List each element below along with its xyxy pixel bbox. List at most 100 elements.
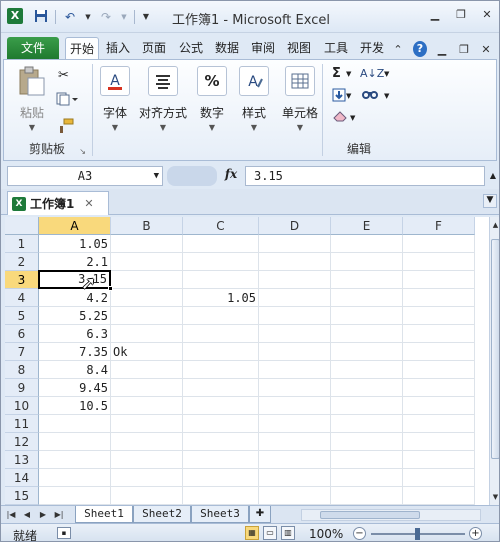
cell-b15[interactable]: [111, 487, 183, 505]
cell-d10[interactable]: [259, 397, 331, 415]
font-button[interactable]: A 字体 ▼: [98, 66, 132, 132]
tab-page-layout[interactable]: 页面: [137, 37, 171, 59]
next-sheet-icon[interactable]: ▶: [37, 508, 49, 522]
cell-f11[interactable]: [403, 415, 475, 433]
cell-b3[interactable]: [111, 271, 183, 289]
worksheet-grid[interactable]: A B C D E F 1 1.05 2 2.1 3 ➚ 3.15 4 4.2 1.05 5 5.25 6 6.3 7 7…: [5, 217, 489, 505]
find-select-dropdown-icon[interactable]: ▼: [384, 88, 389, 104]
fill-dropdown-icon[interactable]: ▼: [346, 88, 351, 104]
cell-e15[interactable]: [331, 487, 403, 505]
cell-e5[interactable]: [331, 307, 403, 325]
alignment-button[interactable]: 对齐方式 ▼: [136, 66, 190, 132]
tab-formulas[interactable]: 公式: [174, 37, 208, 59]
cell-f5[interactable]: [403, 307, 475, 325]
prev-sheet-icon[interactable]: ◀: [21, 508, 33, 522]
tab-file[interactable]: 文件: [7, 37, 59, 59]
clipboard-launcher-icon[interactable]: ↘: [79, 147, 86, 156]
row-header-5[interactable]: 5: [5, 307, 39, 325]
save-icon[interactable]: [33, 9, 49, 25]
cell-f15[interactable]: [403, 487, 475, 505]
cut-icon[interactable]: ✂: [58, 68, 69, 84]
workbook-list-dropdown-icon[interactable]: ▼: [483, 194, 497, 208]
cell-e6[interactable]: [331, 325, 403, 343]
cell-d4[interactable]: [259, 289, 331, 307]
paste-button[interactable]: 粘贴 ▼: [12, 66, 52, 132]
cell-c3[interactable]: [183, 271, 259, 289]
column-header-e[interactable]: E: [331, 217, 403, 235]
cell-e14[interactable]: [331, 469, 403, 487]
cell-a8[interactable]: 8.4: [39, 361, 111, 379]
number-button[interactable]: % 数字 ▼: [194, 66, 230, 132]
sheet-tab-sheet2[interactable]: Sheet2: [133, 506, 191, 523]
tab-developer[interactable]: 开发: [355, 37, 389, 59]
cell-e7[interactable]: [331, 343, 403, 361]
cell-b5[interactable]: [111, 307, 183, 325]
cell-a9[interactable]: 9.45: [39, 379, 111, 397]
cell-b13[interactable]: [111, 451, 183, 469]
cell-c2[interactable]: [183, 253, 259, 271]
normal-view-icon[interactable]: ▦: [245, 526, 259, 540]
sheet-tab-sheet3[interactable]: Sheet3: [191, 506, 249, 523]
redo-icon[interactable]: ↷: [98, 9, 114, 25]
cell-e12[interactable]: [331, 433, 403, 451]
horizontal-scrollbar[interactable]: [301, 509, 481, 521]
clear-dropdown-icon[interactable]: ▼: [350, 110, 355, 126]
cell-d2[interactable]: [259, 253, 331, 271]
row-header-7[interactable]: 7: [5, 343, 39, 361]
cell-e13[interactable]: [331, 451, 403, 469]
cell-c15[interactable]: [183, 487, 259, 505]
scroll-down-arrow-icon[interactable]: ▼: [490, 491, 499, 503]
cell-c4[interactable]: 1.05: [183, 289, 259, 307]
cell-b1[interactable]: [111, 235, 183, 253]
cell-e11[interactable]: [331, 415, 403, 433]
cell-b11[interactable]: [111, 415, 183, 433]
macro-record-icon[interactable]: ▪: [57, 527, 71, 539]
cell-a11[interactable]: [39, 415, 111, 433]
cell-c10[interactable]: [183, 397, 259, 415]
row-header-12[interactable]: 12: [5, 433, 39, 451]
row-header-11[interactable]: 11: [5, 415, 39, 433]
cell-a2[interactable]: 2.1: [39, 253, 111, 271]
cell-f14[interactable]: [403, 469, 475, 487]
insert-function-icon[interactable]: fx: [221, 167, 241, 181]
cell-c5[interactable]: [183, 307, 259, 325]
cell-e1[interactable]: [331, 235, 403, 253]
cell-f9[interactable]: [403, 379, 475, 397]
zoom-slider-thumb[interactable]: [415, 528, 420, 540]
zoom-in-icon[interactable]: +: [469, 527, 482, 540]
sheet-tab-sheet1[interactable]: Sheet1: [75, 506, 133, 523]
cell-d15[interactable]: [259, 487, 331, 505]
paste-dropdown-icon[interactable]: ▼: [29, 123, 35, 132]
cell-e10[interactable]: [331, 397, 403, 415]
scroll-up-arrow-icon[interactable]: ▲: [490, 219, 499, 231]
minimize-ribbon-icon[interactable]: ⌃: [391, 43, 405, 56]
row-header-3[interactable]: 3: [5, 271, 39, 289]
cell-f7[interactable]: [403, 343, 475, 361]
name-box-dropdown-icon[interactable]: ▼: [154, 167, 159, 185]
cell-d13[interactable]: [259, 451, 331, 469]
find-select-icon[interactable]: [362, 88, 378, 107]
tab-review[interactable]: 审阅: [246, 37, 280, 59]
zoom-level[interactable]: 100%: [309, 527, 343, 541]
vertical-scroll-thumb[interactable]: [491, 239, 499, 459]
cell-a4[interactable]: 4.2: [39, 289, 111, 307]
cell-a6[interactable]: 6.3: [39, 325, 111, 343]
minimize-icon[interactable]: ▁: [427, 8, 443, 22]
row-header-15[interactable]: 15: [5, 487, 39, 505]
row-header-1[interactable]: 1: [5, 235, 39, 253]
cell-b12[interactable]: [111, 433, 183, 451]
cell-b14[interactable]: [111, 469, 183, 487]
cell-d14[interactable]: [259, 469, 331, 487]
help-icon[interactable]: ?: [413, 41, 427, 57]
tab-home[interactable]: 开始: [65, 37, 99, 59]
expand-formula-bar-icon[interactable]: ▲: [487, 166, 499, 186]
cell-c1[interactable]: [183, 235, 259, 253]
cell-a3[interactable]: 3.15: [38, 270, 111, 289]
row-header-6[interactable]: 6: [5, 325, 39, 343]
column-header-f[interactable]: F: [403, 217, 475, 235]
cell-d5[interactable]: [259, 307, 331, 325]
horizontal-scroll-thumb[interactable]: [320, 511, 420, 519]
copy-icon[interactable]: [56, 92, 78, 111]
cell-a12[interactable]: [39, 433, 111, 451]
cell-b7[interactable]: Ok: [111, 343, 183, 361]
